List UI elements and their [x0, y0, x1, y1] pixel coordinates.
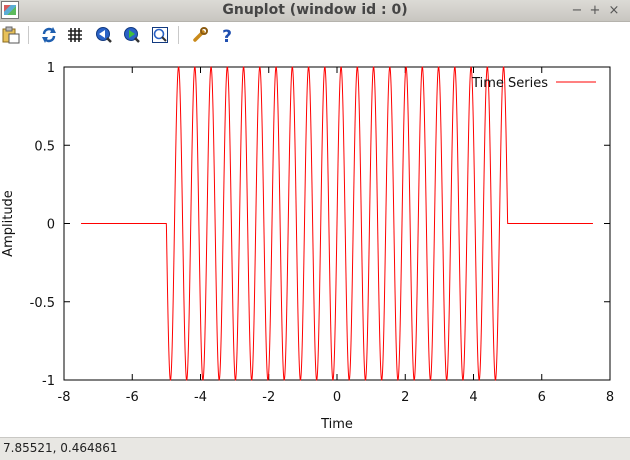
zoom-previous-icon [96, 27, 112, 43]
toolbar: ? [0, 22, 630, 48]
next-zoom-button[interactable] [121, 24, 143, 46]
x-axis-label: Time [320, 417, 353, 432]
window-title: Gnuplot (window id : 0) [222, 2, 408, 18]
close-button[interactable]: × [606, 0, 622, 21]
x-tick-label: -2 [262, 390, 275, 405]
y-axis-label: Amplitude [1, 190, 16, 257]
toolbar-separator [178, 26, 179, 44]
clipboard-icon [2, 26, 20, 44]
series-line-time-series [81, 66, 593, 381]
settings-button[interactable] [189, 24, 211, 46]
y-tick-label: 0.5 [34, 139, 55, 154]
zoom-next-icon [124, 27, 140, 43]
y-tick-label: -1 [42, 374, 55, 389]
replot-icon [42, 27, 56, 43]
maximize-button[interactable]: + [587, 0, 603, 21]
grid-button[interactable] [64, 24, 86, 46]
x-tick-label: -8 [58, 390, 71, 405]
help-icon: ? [222, 27, 232, 44]
y-tick-label: -0.5 [30, 296, 55, 311]
help-button[interactable]: ? [216, 24, 238, 46]
replot-button[interactable] [38, 24, 60, 46]
x-tick-label: -4 [194, 390, 207, 405]
x-tick-label: 6 [538, 390, 546, 405]
x-tick-label: 0 [333, 390, 341, 405]
grid-icon [68, 28, 82, 42]
x-tick-label: 4 [469, 390, 477, 405]
toolbar-separator [28, 26, 29, 44]
minimize-button[interactable]: − [569, 0, 585, 21]
plot-canvas[interactable]: -8 -6 -4 -2 0 2 4 6 810.50-0.5-1 Time Amplitude … [0, 48, 630, 437]
title-bar: Gnuplot (window id : 0) − + × [0, 0, 630, 22]
x-tick-label: 8 [606, 390, 614, 405]
x-tick-label: 2 [401, 390, 409, 405]
previous-zoom-button[interactable] [93, 24, 115, 46]
autoscale-icon [152, 27, 168, 43]
y-tick-label: 1 [47, 61, 55, 76]
y-tick-label: 0 [47, 218, 55, 233]
x-tick-label: -6 [126, 390, 139, 405]
legend-label: Time Series [471, 76, 548, 91]
svg-text:?: ? [222, 27, 232, 44]
wrench-icon [193, 27, 208, 42]
status-bar: 7.85521, 0.464861 [0, 437, 630, 460]
autoscale-button[interactable] [149, 24, 171, 46]
copy-to-clipboard-button[interactable] [0, 24, 22, 46]
cursor-coordinates: 7.85521, 0.464861 [3, 441, 118, 455]
